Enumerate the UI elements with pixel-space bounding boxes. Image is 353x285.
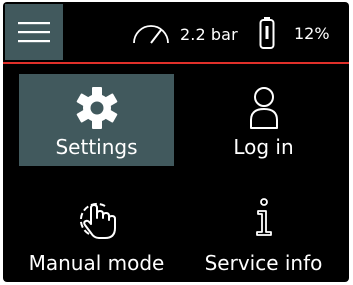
- info-icon: [255, 198, 272, 236]
- battery-indicator: 12%: [259, 16, 330, 50]
- gear-hand-icon: [79, 202, 116, 239]
- manual-mode-tile[interactable]: Manual mode: [19, 190, 174, 282]
- manual-mode-label: Manual mode: [28, 251, 165, 275]
- settings-tile[interactable]: Settings: [19, 74, 174, 166]
- battery-icon: [259, 17, 275, 49]
- service-info-tile[interactable]: Service info: [186, 190, 341, 282]
- settings-label: Settings: [55, 135, 138, 159]
- user-icon: [249, 87, 278, 129]
- pressure-indicator: 2.2 bar: [131, 20, 238, 48]
- pressure-value: 2.2 bar: [180, 24, 238, 44]
- device-screen: 2.2 bar 12% Settings Log in Manual mode …: [3, 2, 349, 282]
- log-in-label: Log in: [233, 135, 294, 159]
- log-in-tile[interactable]: Log in: [186, 74, 341, 166]
- service-info-label: Service info: [204, 251, 323, 275]
- battery-value: 12%: [294, 23, 330, 43]
- gear-icon: [76, 87, 117, 129]
- gauge-icon: [133, 25, 169, 44]
- status-header: 2.2 bar 12%: [3, 2, 349, 64]
- menu-button[interactable]: [5, 4, 63, 60]
- hamburger-menu-icon: [18, 22, 50, 43]
